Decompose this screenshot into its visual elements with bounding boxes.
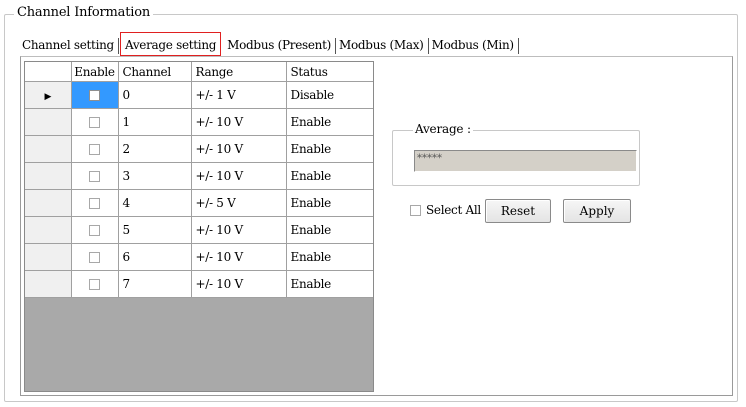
channel-table: Enable Channel Range Status ▶ 0 +/- 1 V … <box>25 62 373 298</box>
range-cell: +/- 10 V <box>191 243 287 271</box>
select-all-checkbox[interactable]: Select All <box>410 203 481 217</box>
row-header[interactable] <box>25 135 72 163</box>
row-header-corner <box>25 62 72 82</box>
table-row[interactable]: 4 +/- 5 V Enable <box>25 189 373 217</box>
tab-modbus-present[interactable]: Modbus (Present) <box>223 34 336 56</box>
column-header-range[interactable]: Range <box>191 62 287 82</box>
select-all-label: Select All <box>426 203 481 217</box>
status-cell: Enable <box>286 108 373 136</box>
channel-cell: 7 <box>118 270 192 298</box>
group-title: Channel Information <box>14 5 154 21</box>
row-header[interactable] <box>25 162 72 190</box>
status-cell: Enable <box>286 216 373 244</box>
row-header[interactable] <box>25 189 72 217</box>
table-row[interactable]: 2 +/- 10 V Enable <box>25 135 373 163</box>
enable-checkbox[interactable] <box>89 117 100 128</box>
enable-cell[interactable] <box>71 243 119 271</box>
tab-strip: Channel setting Average setting Modbus (… <box>18 32 519 56</box>
enable-cell[interactable] <box>71 216 119 244</box>
enable-checkbox[interactable] <box>89 279 100 290</box>
enable-cell[interactable] <box>71 189 119 217</box>
enable-cell[interactable] <box>71 81 119 109</box>
enable-cell[interactable] <box>71 108 119 136</box>
channel-cell: 5 <box>118 216 192 244</box>
average-group-title: Average : <box>413 122 473 136</box>
status-cell: Enable <box>286 162 373 190</box>
table-row[interactable]: 5 +/- 10 V Enable <box>25 216 373 244</box>
enable-checkbox[interactable] <box>89 225 100 236</box>
reset-button[interactable]: Reset <box>485 199 551 223</box>
enable-checkbox[interactable] <box>89 90 100 101</box>
range-cell: +/- 10 V <box>191 216 287 244</box>
enable-checkbox[interactable] <box>89 198 100 209</box>
range-cell: +/- 10 V <box>191 108 287 136</box>
channel-cell: 2 <box>118 135 192 163</box>
row-header[interactable] <box>25 270 72 298</box>
header-row: Enable Channel Range Status <box>25 62 373 82</box>
channel-cell: 4 <box>118 189 192 217</box>
select-all-box[interactable] <box>410 204 421 216</box>
average-field[interactable]: ***** <box>414 150 637 172</box>
apply-button[interactable]: Apply <box>563 199 631 223</box>
row-header[interactable] <box>25 216 72 244</box>
current-row-arrow-icon: ▶ <box>44 92 52 102</box>
average-setting-panel: Enable Channel Range Status ▶ 0 +/- 1 V … <box>20 56 733 396</box>
status-cell: Enable <box>286 270 373 298</box>
range-cell: +/- 5 V <box>191 189 287 217</box>
enable-checkbox[interactable] <box>89 171 100 182</box>
table-row[interactable]: 3 +/- 10 V Enable <box>25 162 373 190</box>
enable-checkbox[interactable] <box>89 144 100 155</box>
table-row[interactable]: 1 +/- 10 V Enable <box>25 108 373 136</box>
range-cell: +/- 10 V <box>191 162 287 190</box>
row-header[interactable] <box>25 243 72 271</box>
enable-cell[interactable] <box>71 162 119 190</box>
status-cell: Enable <box>286 189 373 217</box>
channel-grid[interactable]: Enable Channel Range Status ▶ 0 +/- 1 V … <box>24 61 374 392</box>
table-row[interactable]: ▶ 0 +/- 1 V Disable <box>25 81 373 109</box>
status-cell: Enable <box>286 135 373 163</box>
status-cell: Enable <box>286 243 373 271</box>
row-header[interactable]: ▶ <box>25 81 72 109</box>
tab-average-setting[interactable]: Average setting <box>119 32 222 56</box>
row-header[interactable] <box>25 108 72 136</box>
enable-cell[interactable] <box>71 135 119 163</box>
column-header-status[interactable]: Status <box>286 62 373 82</box>
tab-modbus-max[interactable]: Modbus (Max) <box>335 34 429 56</box>
column-header-enable[interactable]: Enable <box>71 62 119 82</box>
tab-channel-setting[interactable]: Channel setting <box>18 34 119 56</box>
range-cell: +/- 10 V <box>191 270 287 298</box>
channel-cell: 1 <box>118 108 192 136</box>
range-cell: +/- 10 V <box>191 135 287 163</box>
table-row[interactable]: 7 +/- 10 V Enable <box>25 270 373 298</box>
table-row[interactable]: 6 +/- 10 V Enable <box>25 243 373 271</box>
channel-cell: 0 <box>118 81 192 109</box>
range-cell: +/- 1 V <box>191 81 287 109</box>
enable-checkbox[interactable] <box>89 252 100 263</box>
enable-cell[interactable] <box>71 270 119 298</box>
tab-modbus-min[interactable]: Modbus (Min) <box>428 34 519 56</box>
status-cell: Disable <box>286 81 373 109</box>
column-header-channel[interactable]: Channel <box>118 62 192 82</box>
channel-cell: 3 <box>118 162 192 190</box>
channel-cell: 6 <box>118 243 192 271</box>
